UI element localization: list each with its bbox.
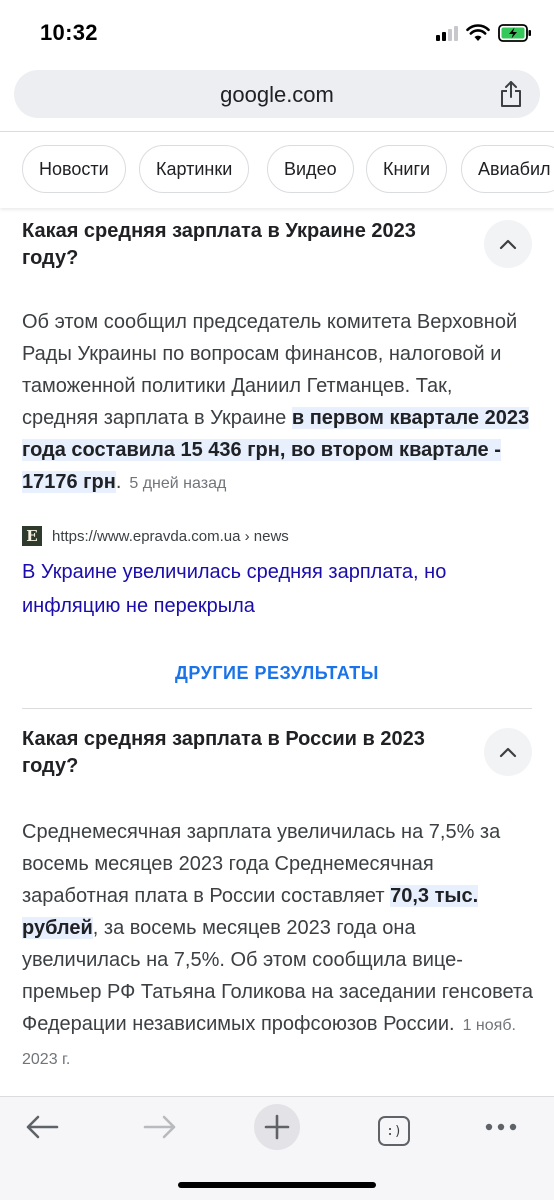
forward-button[interactable] [142, 1107, 178, 1147]
share-icon[interactable] [498, 80, 524, 108]
chevron-up-icon [499, 747, 517, 758]
answer-snippet-ukraine: Об этом сообщил председатель комитета Ве… [22, 306, 534, 500]
address-bar-container: google.com [0, 62, 554, 132]
source-url[interactable]: https://www.epravda.com.ua › news [52, 528, 289, 545]
new-tab-button[interactable] [254, 1104, 300, 1150]
source-row[interactable]: E https://www.epravda.com.ua › news [22, 526, 289, 546]
search-filter-chips: Новости Картинки Видео Книги Авиабил [0, 132, 554, 208]
home-indicator[interactable] [178, 1182, 376, 1188]
result-link[interactable]: В Украине увеличилась средняя зарплата, … [22, 555, 522, 623]
battery-charging-icon [498, 24, 531, 42]
wifi-icon [466, 24, 490, 41]
back-arrow-icon [26, 1115, 59, 1139]
answer-text-end: . [115, 471, 122, 493]
question-title-ukraine[interactable]: Какая средняя зарплата в Украине 2023 го… [22, 218, 462, 272]
plus-icon [264, 1114, 290, 1140]
status-bar: 10:32 [0, 0, 554, 62]
address-url[interactable]: google.com [14, 82, 540, 108]
chip-books[interactable]: Книги [366, 145, 448, 193]
divider [22, 708, 532, 709]
more-results-link[interactable]: ДРУГИЕ РЕЗУЛЬТАТЫ [0, 663, 554, 684]
chip-flights[interactable]: Авиабил [461, 145, 554, 193]
tab-switcher-button[interactable]: :) [377, 1111, 411, 1151]
answer-text-end: , за восемь месяцев 2023 года она увелич… [22, 917, 533, 1035]
tab-switcher-icon: :) [378, 1116, 410, 1146]
status-time: 10:32 [40, 20, 98, 45]
forward-arrow-icon [143, 1115, 176, 1139]
more-dots-icon [485, 1123, 517, 1131]
address-bar[interactable]: google.com [14, 70, 540, 118]
chip-news[interactable]: Новости [22, 145, 126, 193]
collapse-button[interactable] [484, 728, 532, 776]
site-favicon: E [22, 526, 42, 546]
cellular-signal-icon [436, 25, 458, 41]
collapse-button[interactable] [484, 220, 532, 268]
question-title-russia[interactable]: Какая средняя зарплата в России в 2023 г… [22, 726, 462, 780]
results-content: Какая средняя зарплата в Украине 2023 го… [0, 208, 554, 1096]
chip-video[interactable]: Видео [267, 145, 354, 193]
answer-date: 5 дней назад [129, 475, 227, 492]
status-icons [436, 22, 532, 44]
back-button[interactable] [24, 1107, 60, 1147]
answer-snippet-russia: Среднемесячная зарплата увеличилась на 7… [22, 816, 534, 1076]
more-menu-button[interactable] [484, 1107, 518, 1147]
chip-images[interactable]: Картинки [139, 145, 250, 193]
chevron-up-icon [499, 239, 517, 250]
